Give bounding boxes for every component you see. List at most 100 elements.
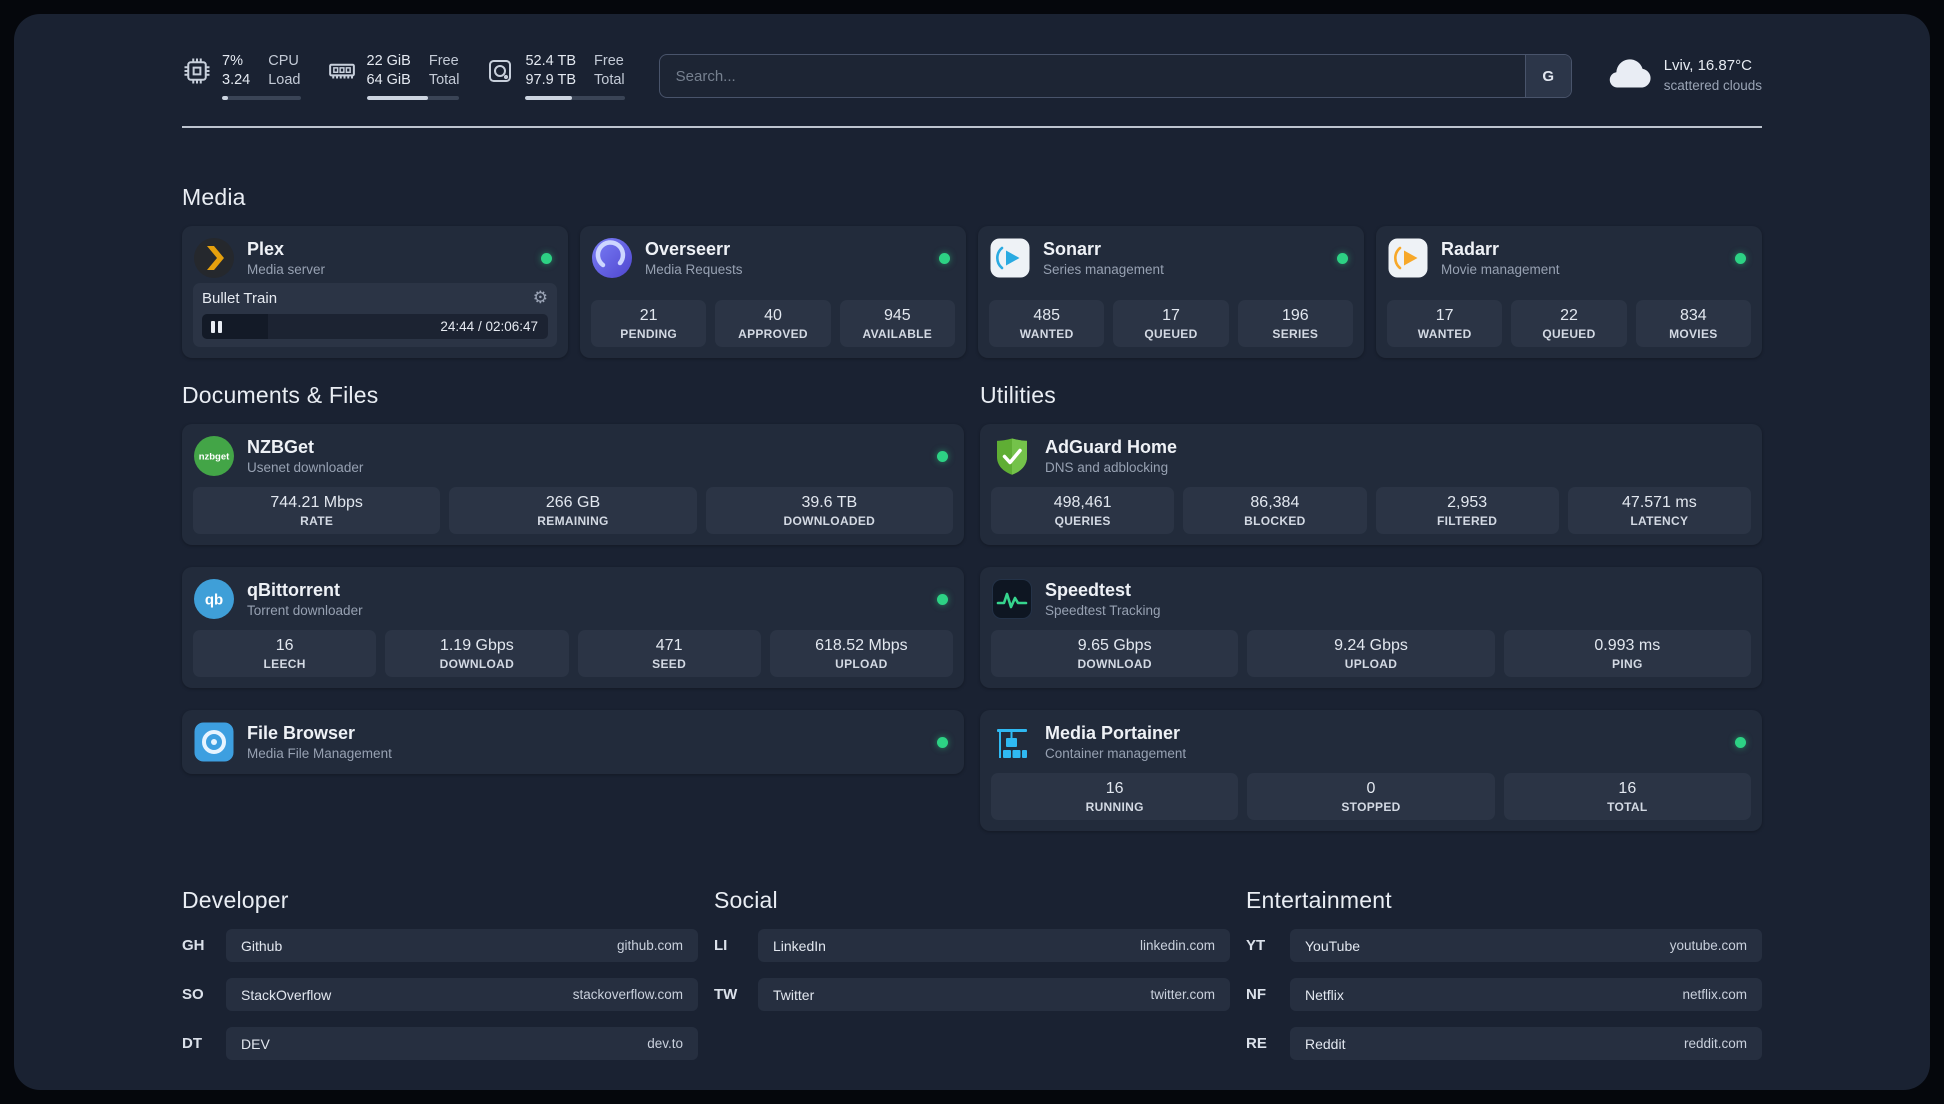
- card-radarr[interactable]: Radarr Movie management 17 WANTED 22 QUE…: [1376, 226, 1762, 358]
- card-adguard[interactable]: AdGuard Home DNS and adblocking 498,461 …: [980, 424, 1762, 545]
- bookmark-name: DEV: [241, 1035, 270, 1052]
- now-playing-title: Bullet Train: [202, 290, 278, 307]
- service-name: AdGuard Home: [1045, 437, 1178, 457]
- bookmark-group-entertainment: Entertainment YT YouTube youtube.com NF …: [1246, 887, 1762, 1060]
- stat-label: WANTED: [1019, 326, 1074, 341]
- stat-label: DOWNLOAD: [1077, 656, 1152, 671]
- weather-widget: Lviv, 16.87°C scattered clouds: [1606, 53, 1762, 99]
- stat-label: QUEUED: [1144, 326, 1198, 341]
- search-provider-button[interactable]: G: [1524, 55, 1571, 97]
- stat-tile: 86,384 BLOCKED: [1183, 487, 1367, 534]
- stat-tile: 471 SEED: [577, 630, 761, 677]
- stat-label: UPLOAD: [1344, 656, 1398, 671]
- card-speedtest[interactable]: Speedtest Speedtest Tracking 9.65 Gbps D…: [980, 567, 1762, 688]
- topbar: 7% 3.24 CPU Load 22 GiB 64 GiB Free Tota…: [182, 14, 1762, 100]
- stat-tile: 945 AVAILABLE: [839, 300, 955, 347]
- card-qbittorrent[interactable]: qb qBittorrent Torrent downloader 16 LEE…: [182, 567, 964, 688]
- bookmark-abbr: NF: [1246, 986, 1266, 1003]
- playback-progress-bar[interactable]: 24:44 / 02:06:47: [202, 314, 548, 339]
- stat-value: 266 GB: [545, 493, 601, 511]
- card-overseerr[interactable]: Overseerr Media Requests 21 PENDING 40 A…: [580, 226, 966, 358]
- filebrowser-icon: [194, 722, 234, 762]
- bookmark-link-netflix[interactable]: Netflix netflix.com: [1290, 978, 1762, 1011]
- stat-value: 47.571 ms: [1622, 493, 1697, 511]
- svg-text:qb: qb: [205, 592, 223, 609]
- bookmark-abbr: SO: [182, 986, 204, 1003]
- stat-label: RATE: [300, 513, 334, 528]
- bookmark-url: linkedin.com: [1139, 938, 1215, 953]
- card-plex[interactable]: Plex Media server Bullet Train ⚙ 24:44 /…: [182, 226, 568, 358]
- bookmark-name: Netflix: [1305, 986, 1344, 1003]
- pause-button[interactable]: [211, 320, 222, 333]
- stat-label: SEED: [652, 656, 687, 671]
- service-name: Speedtest: [1045, 580, 1132, 600]
- bookmark-row-netflix: NF Netflix netflix.com: [1246, 978, 1762, 1011]
- service-subtitle: Torrent downloader: [247, 603, 363, 618]
- stat-tile: 9.65 Gbps DOWNLOAD: [991, 630, 1239, 677]
- memory-free-value: 22 GiB: [366, 53, 411, 69]
- settings-gear-icon[interactable]: ⚙: [533, 290, 548, 307]
- card-portainer[interactable]: Media Portainer Container management 16 …: [980, 710, 1762, 831]
- bookmark-abbr: LI: [714, 937, 728, 954]
- service-subtitle: Media server: [247, 262, 326, 277]
- stat-tile: 39.6 TB DOWNLOADED: [705, 487, 953, 534]
- bookmark-name: YouTube: [1305, 937, 1361, 954]
- playback-time: 24:44 / 02:06:47: [440, 319, 538, 334]
- status-dot: [541, 252, 552, 264]
- stat-label: QUEUED: [1542, 326, 1596, 341]
- bookmark-url: netflix.com: [1682, 987, 1747, 1002]
- stat-label: REMAINING: [537, 513, 609, 528]
- speedtest-icon: [992, 579, 1032, 619]
- stat-label: AVAILABLE: [862, 326, 933, 341]
- stat-tile: 16 LEECH: [193, 630, 377, 677]
- stat-label: LEECH: [263, 656, 306, 671]
- resource-widget-memory: 22 GiB 64 GiB Free Total: [327, 52, 460, 100]
- cloud-icon: [1609, 59, 1651, 88]
- bookmark-link-stackoverflow[interactable]: StackOverflow stackoverflow.com: [226, 978, 698, 1011]
- stat-tile: 0.993 ms PING: [1503, 630, 1751, 677]
- search-input[interactable]: [659, 55, 1525, 97]
- bookmark-link-github[interactable]: Github github.com: [226, 929, 698, 962]
- bookmark-url: youtube.com: [1669, 938, 1747, 953]
- divider: [182, 126, 1762, 128]
- cpu-load-label: Load: [268, 72, 301, 88]
- stat-label: FILTERED: [1437, 513, 1498, 528]
- portainer-icon: [997, 729, 1027, 758]
- bookmark-link-youtube[interactable]: YouTube youtube.com: [1290, 929, 1762, 962]
- service-name: File Browser: [247, 723, 356, 743]
- status-dot: [1735, 252, 1746, 264]
- bookmark-link-linkedin[interactable]: LinkedIn linkedin.com: [758, 929, 1230, 962]
- stat-tile: 17 WANTED: [1387, 300, 1503, 347]
- stat-value: 16: [1618, 779, 1637, 797]
- bookmark-url: github.com: [616, 938, 683, 953]
- service-subtitle: Series management: [1043, 262, 1164, 277]
- stat-value: 834: [1679, 306, 1707, 324]
- disk-usage-bar: [525, 96, 625, 100]
- stat-label: MOVIES: [1669, 326, 1718, 341]
- disk-free-value: 52.4 TB: [525, 53, 577, 69]
- stat-value: 17: [1435, 306, 1454, 324]
- service-subtitle: Speedtest Tracking: [1045, 603, 1161, 618]
- bookmark-link-dev[interactable]: DEV dev.to: [226, 1027, 698, 1060]
- weather-condition: scattered clouds: [1663, 78, 1762, 93]
- stat-value: 9.65 Gbps: [1077, 636, 1152, 654]
- stat-value: 744.21 Mbps: [270, 493, 363, 511]
- bookmark-link-reddit[interactable]: Reddit reddit.com: [1290, 1027, 1762, 1060]
- card-nzbget[interactable]: nzbget NZBGet Usenet downloader 744.21 M…: [182, 424, 964, 545]
- service-subtitle: Media File Management: [247, 746, 392, 761]
- stat-tile: 0 STOPPED: [1247, 773, 1495, 820]
- cpu-load-value: 3.24: [222, 72, 251, 88]
- disk-total-value: 97.9 TB: [525, 72, 577, 88]
- service-name: Radarr: [1441, 239, 1500, 259]
- stat-label: RUNNING: [1085, 799, 1144, 814]
- stat-value: 618.52 Mbps: [815, 636, 908, 654]
- card-sonarr[interactable]: Sonarr Series management 485 WANTED 17 Q…: [978, 226, 1364, 358]
- service-name: NZBGet: [247, 437, 314, 457]
- stat-label: DOWNLOAD: [439, 656, 515, 671]
- bookmark-abbr: GH: [182, 937, 205, 954]
- bookmark-row-stackoverflow: SO StackOverflow stackoverflow.com: [182, 978, 698, 1011]
- status-dot: [937, 450, 948, 462]
- bookmark-link-twitter[interactable]: Twitter twitter.com: [758, 978, 1230, 1011]
- plex-icon: [194, 238, 234, 278]
- card-filebrowser[interactable]: File Browser Media File Management: [182, 710, 964, 774]
